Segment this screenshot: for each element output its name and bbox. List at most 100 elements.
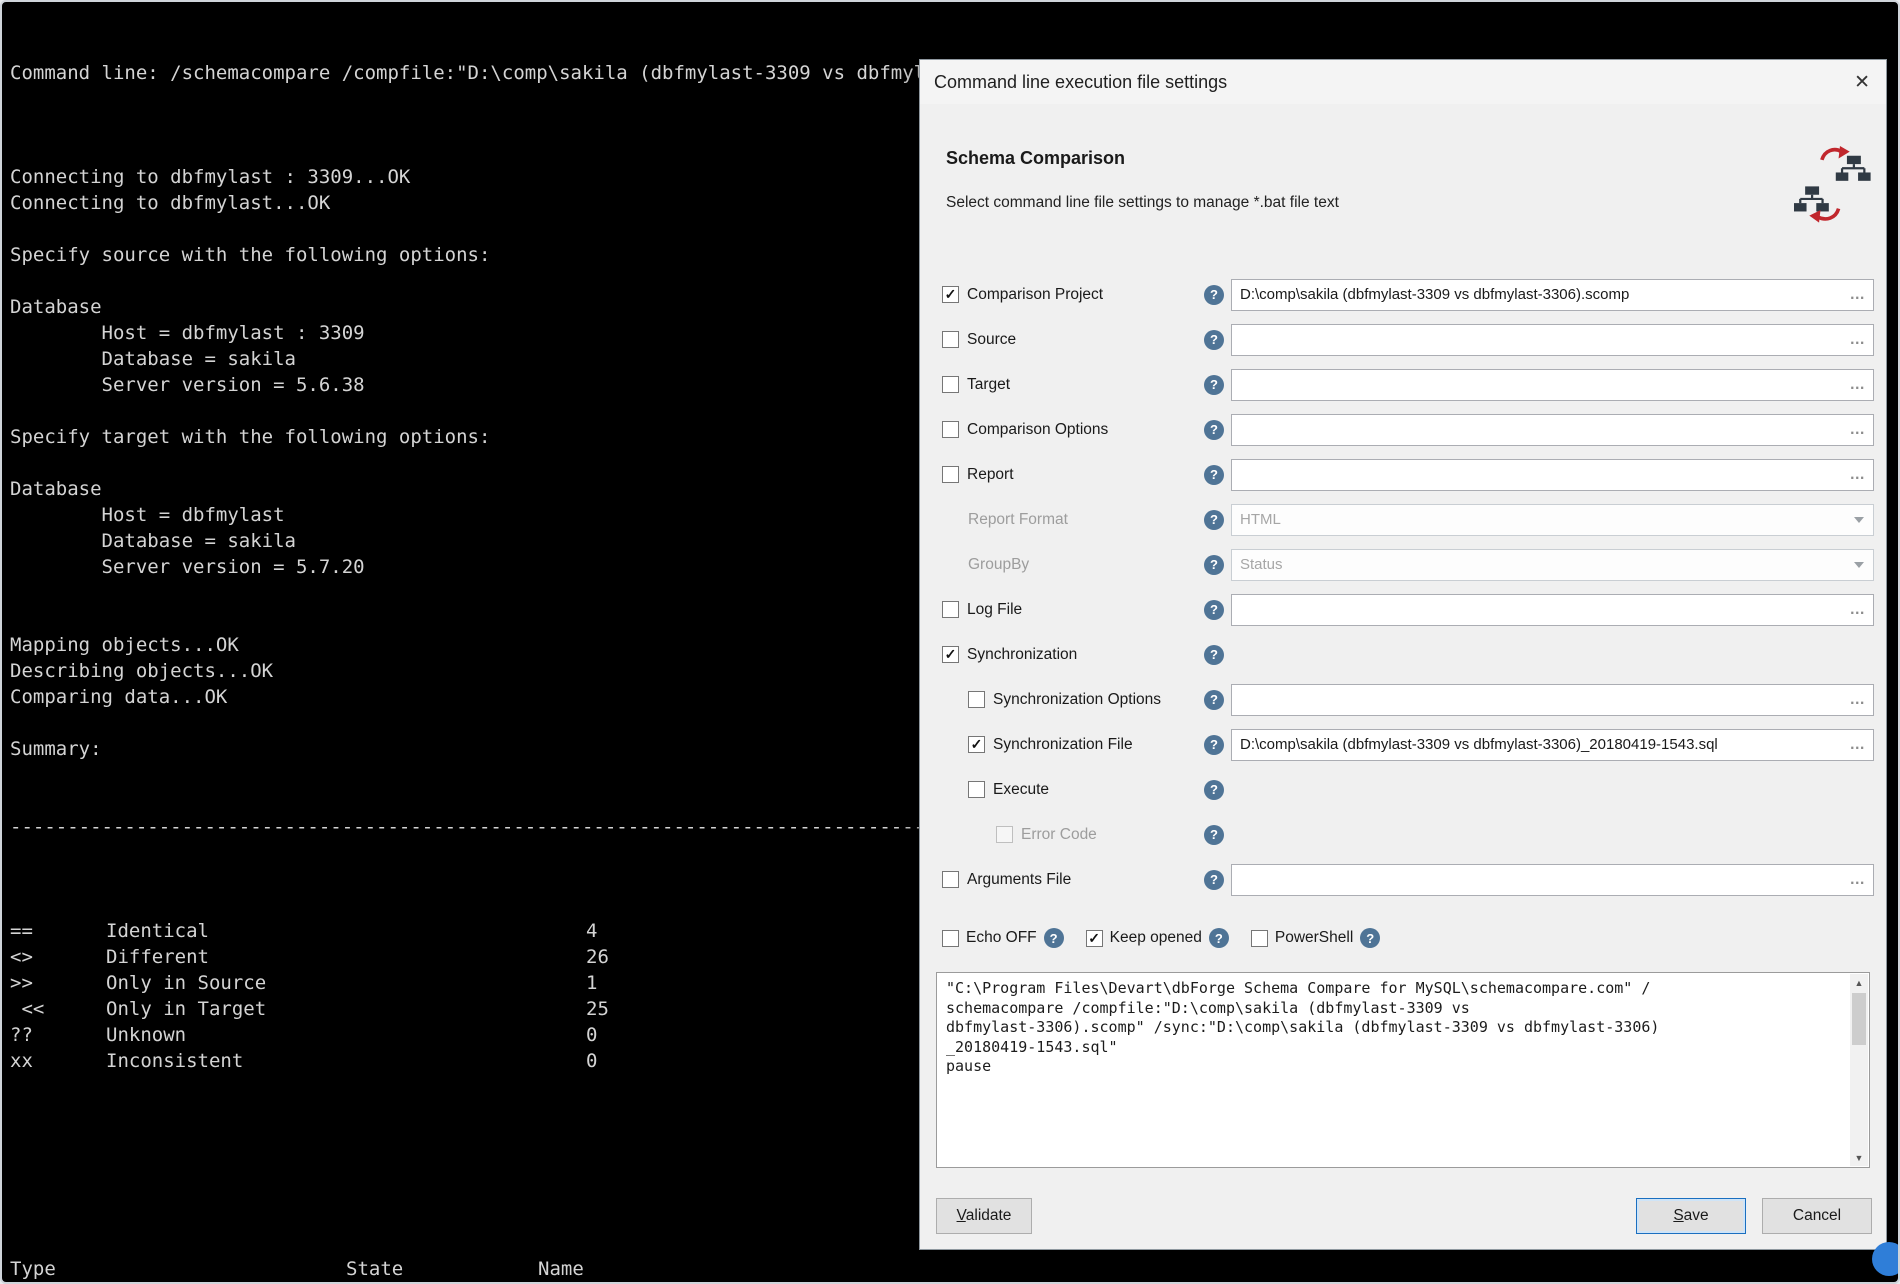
option-left: Report Format	[942, 511, 1204, 529]
checkbox[interactable]	[1086, 930, 1103, 947]
option-left: Comparison Options	[942, 421, 1204, 439]
help-icon[interactable]: ?	[1209, 928, 1229, 948]
option-field[interactable]: …	[1231, 414, 1874, 446]
command-line-settings-dialog: Command line execution file settings ✕ S…	[919, 59, 1887, 1250]
script-text[interactable]: "C:\Program Files\Devart\dbForge Schema …	[946, 979, 1845, 1161]
scroll-up-icon[interactable]: ▲	[1850, 974, 1868, 991]
checkbox[interactable]	[942, 871, 959, 888]
scroll-down-icon[interactable]: ▼	[1850, 1149, 1868, 1166]
dialog-titlebar[interactable]: Command line execution file settings ✕	[920, 60, 1886, 104]
summary-label: Unknown	[106, 1022, 586, 1048]
summary-label: Inconsistent	[106, 1048, 586, 1074]
help-icon[interactable]: ?	[1204, 825, 1224, 845]
option-label: Log File	[967, 601, 1022, 619]
help-icon[interactable]: ?	[1044, 928, 1064, 948]
browse-button[interactable]: …	[1850, 286, 1867, 304]
help-icon[interactable]: ?	[1204, 555, 1224, 575]
option-toggle: Echo OFF ?	[942, 928, 1064, 948]
cancel-button[interactable]: Cancel	[1762, 1198, 1872, 1234]
option-label: Synchronization Options	[993, 691, 1161, 709]
browse-button[interactable]: …	[1850, 421, 1867, 439]
browse-button[interactable]: …	[1850, 871, 1867, 889]
scrollbar[interactable]: ▲ ▼	[1850, 974, 1868, 1166]
option-label: Comparison Options	[967, 421, 1108, 439]
option-label: Comparison Project	[967, 286, 1103, 304]
help-icon[interactable]: ?	[1204, 285, 1224, 305]
checkbox[interactable]	[942, 376, 959, 393]
summary-symbol: <<	[10, 996, 106, 1022]
checkbox[interactable]	[968, 691, 985, 708]
browse-button[interactable]: …	[1850, 466, 1867, 484]
checkbox[interactable]	[942, 646, 959, 663]
option-field[interactable]: Status	[1231, 549, 1874, 581]
help-icon[interactable]: ?	[1204, 600, 1224, 620]
summary-symbol: >>	[10, 970, 106, 996]
help-icon[interactable]: ?	[1204, 510, 1224, 530]
option-row: Error Code ?	[920, 812, 1886, 857]
browse-button[interactable]: …	[1850, 331, 1867, 349]
checkbox[interactable]	[942, 286, 959, 303]
browse-button[interactable]: …	[1850, 601, 1867, 619]
checkbox[interactable]	[1251, 930, 1268, 947]
help-icon[interactable]: ?	[1360, 928, 1380, 948]
checkbox[interactable]	[968, 736, 985, 753]
option-toggle: PowerShell ?	[1251, 928, 1380, 948]
help-icon[interactable]: ?	[1204, 735, 1224, 755]
option-left: Comparison Project	[942, 286, 1204, 304]
browse-button[interactable]: …	[1850, 691, 1867, 709]
browse-button[interactable]: …	[1850, 376, 1867, 394]
option-field[interactable]: …	[1231, 369, 1874, 401]
dialog-body: Schema Comparison Select command line fi…	[920, 104, 1886, 1249]
option-label: Echo OFF	[966, 929, 1037, 947]
option-field[interactable]: D:\comp\sakila (dbfmylast-3309 vs dbfmyl…	[1231, 729, 1874, 761]
summary-count: 4	[586, 918, 597, 944]
save-button[interactable]: Save	[1636, 1198, 1746, 1234]
summary-count: 26	[586, 944, 609, 970]
summary-symbol: <>	[10, 944, 106, 970]
summary-label: Identical	[106, 918, 586, 944]
checkbox[interactable]	[942, 421, 959, 438]
option-left: Target	[942, 376, 1204, 394]
checkbox[interactable]	[968, 781, 985, 798]
bat-script-preview[interactable]: "C:\Program Files\Devart\dbForge Schema …	[936, 972, 1870, 1168]
checkbox[interactable]	[942, 331, 959, 348]
browse-button[interactable]: …	[1850, 736, 1867, 754]
help-icon[interactable]: ?	[1204, 645, 1224, 665]
summary-count: 0	[586, 1022, 597, 1048]
help-icon[interactable]: ?	[1204, 420, 1224, 440]
option-label: Target	[967, 376, 1010, 394]
help-icon[interactable]: ?	[1204, 330, 1224, 350]
option-field[interactable]: …	[1231, 594, 1874, 626]
option-field[interactable]: …	[1231, 684, 1874, 716]
checkbox[interactable]	[942, 601, 959, 618]
option-label: Synchronization File	[993, 736, 1133, 754]
help-icon[interactable]: ?	[1204, 690, 1224, 710]
scroll-thumb[interactable]	[1852, 993, 1866, 1045]
dialog-subheading: Select command line file settings to man…	[946, 194, 1339, 212]
option-row: Arguments File ? …	[920, 857, 1886, 902]
help-icon[interactable]: ?	[1204, 870, 1224, 890]
help-icon[interactable]: ?	[1204, 465, 1224, 485]
option-label: GroupBy	[968, 556, 1029, 574]
app-window: Command line: /schemacompare /compfile:"…	[0, 0, 1900, 1284]
option-field[interactable]: D:\comp\sakila (dbfmylast-3309 vs dbfmyl…	[1231, 279, 1874, 311]
field-value: D:\comp\sakila (dbfmylast-3309 vs dbfmyl…	[1240, 286, 1850, 303]
option-left: Synchronization Options	[942, 691, 1204, 709]
dropdown-arrow-icon	[1854, 517, 1864, 523]
close-icon[interactable]: ✕	[1854, 73, 1870, 92]
option-field[interactable]: …	[1231, 459, 1874, 491]
summary-symbol: ??	[10, 1022, 106, 1048]
option-field[interactable]: …	[1231, 324, 1874, 356]
option-field[interactable]: HTML	[1231, 504, 1874, 536]
help-icon[interactable]: ?	[1204, 375, 1224, 395]
validate-button[interactable]: Validate	[936, 1198, 1032, 1234]
option-left: Synchronization File	[942, 736, 1204, 754]
option-label: Error Code	[1021, 826, 1097, 844]
checkbox[interactable]	[942, 466, 959, 483]
help-icon[interactable]: ?	[1204, 780, 1224, 800]
dialog-buttons-right: Save Cancel	[1636, 1198, 1872, 1234]
checkbox[interactable]	[942, 930, 959, 947]
option-field[interactable]: …	[1231, 864, 1874, 896]
option-row: GroupBy ? Status	[920, 542, 1886, 587]
checkbox[interactable]	[996, 826, 1013, 843]
